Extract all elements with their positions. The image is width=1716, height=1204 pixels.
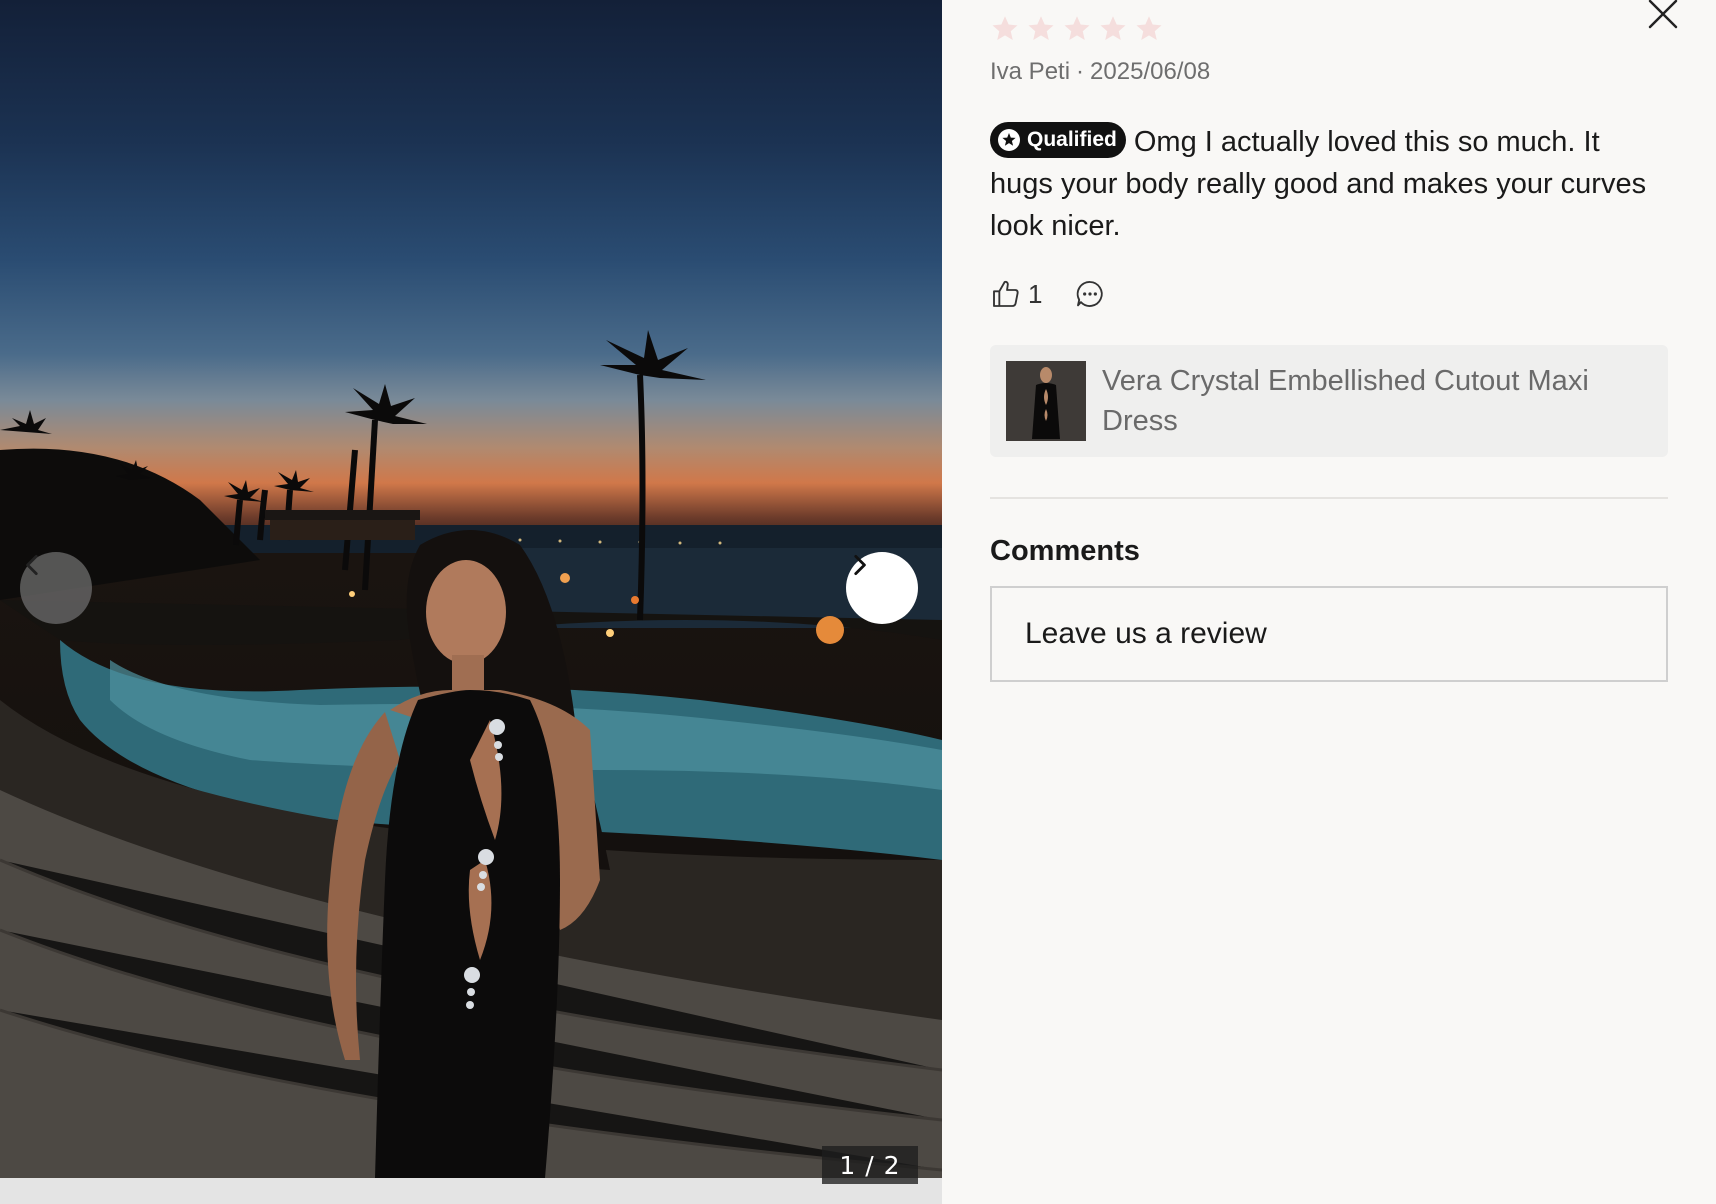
thumbs-up-icon — [993, 280, 1019, 307]
badge-label: Qualified — [1027, 128, 1117, 152]
star-icon — [1064, 16, 1090, 40]
star-icon — [1028, 16, 1054, 40]
photo-counter: 1 / 2 — [822, 1146, 918, 1184]
star-icon — [992, 16, 1018, 40]
review-actions: 1 — [990, 278, 1106, 310]
photo-gallery: 1 / 2 — [0, 0, 942, 1204]
comments-title: Comments — [990, 535, 1140, 567]
badge-star-icon — [998, 129, 1020, 152]
review-date: 2025/06/08 — [1090, 58, 1211, 85]
close-button[interactable] — [1645, 0, 1681, 30]
product-thumbnail-image — [1006, 361, 1086, 441]
product-thumbnail — [1006, 361, 1086, 441]
chevron-left-icon — [26, 554, 38, 576]
qualified-badge: Qualified — [990, 122, 1126, 159]
leave-review-input[interactable] — [990, 586, 1668, 682]
comment-icon[interactable] — [1074, 278, 1106, 310]
review-author: Iva Peti — [990, 58, 1071, 85]
star-icon — [1100, 16, 1126, 40]
like-button[interactable]: 1 — [990, 278, 1042, 310]
previous-photo-button[interactable] — [20, 552, 92, 624]
section-divider — [990, 497, 1668, 499]
close-icon — [1648, 0, 1678, 29]
review-meta: Iva Peti · 2025/06/08 — [990, 58, 1210, 86]
like-count: 1 — [1028, 278, 1043, 309]
review-photo[interactable] — [0, 0, 942, 1178]
product-card[interactable]: Vera Crystal Embellished Cutout Maxi Dre… — [990, 345, 1668, 457]
star-rating — [990, 14, 1164, 44]
next-photo-button[interactable] — [846, 552, 918, 624]
chevron-right-icon — [854, 554, 866, 576]
review-body: Qualified Omg I actually loved this so m… — [990, 121, 1660, 247]
star-icon — [1136, 16, 1162, 40]
product-name[interactable]: Vera Crystal Embellished Cutout Maxi Dre… — [1102, 361, 1642, 441]
photo-scene — [0, 330, 942, 1178]
meta-separator: · — [1076, 58, 1085, 85]
